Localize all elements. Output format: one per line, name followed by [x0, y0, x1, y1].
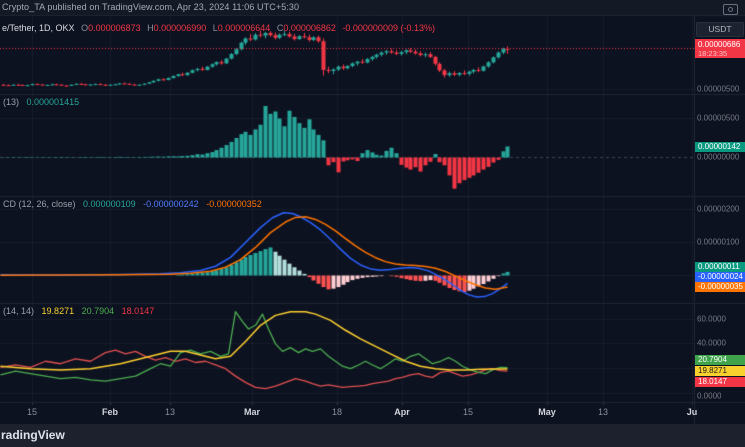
ohlc-close-value: 0.000006862 — [283, 23, 336, 33]
macd-hist-value: 0.000000109 — [83, 199, 136, 209]
price-axis-label: 40.0000 — [697, 338, 726, 348]
time-tick-label: Apr — [394, 407, 410, 417]
time-tick-label: 15 — [26, 407, 37, 417]
pane2-axis-label: 0.00000142 — [695, 142, 745, 152]
time-tick-label: 13 — [164, 407, 175, 417]
tradingview-attribution[interactable]: radingView — [1, 428, 65, 442]
pane2-indicator-value: 0.000001415 — [26, 97, 80, 107]
stoch-indicator-name[interactable]: (14, 14) — [3, 306, 34, 316]
ohlc-low-value: 0.000006644 — [217, 23, 271, 33]
change-value: -0.000000009 (-0.13%) — [342, 23, 435, 33]
camera-icon[interactable] — [723, 4, 738, 15]
stoch-green-value: 20.7904 — [81, 306, 115, 316]
currency-button[interactable]: USDT — [696, 22, 744, 37]
stoch-red-axis-label: 18.0147 — [695, 377, 745, 387]
publish-info: Crypto_TA published on TradingView.com, … — [2, 2, 300, 12]
chart-canvas[interactable] — [0, 0, 745, 447]
time-tick-label: 18 — [331, 407, 342, 417]
time-tick-label: 15 — [462, 407, 473, 417]
pane4-title: (14, 14) 19.8271 20.7904 18.0147 — [3, 306, 159, 316]
pane2-indicator-name[interactable]: (13) — [3, 97, 19, 107]
price-axis-label: 0.00000500 — [697, 113, 740, 123]
price-axis-label: 0.00000100 — [697, 237, 740, 247]
stoch-red-value: 18.0147 — [121, 306, 155, 316]
last-price-label: 0.00000686 18:23:35 — [695, 39, 745, 58]
last-price-value: 0.00000686 — [698, 40, 741, 49]
price-axis-label: 60.0000 — [697, 314, 726, 324]
price-axis-label: 0.0000 — [697, 391, 722, 401]
ohlc-high-value: 0.000006990 — [153, 23, 207, 33]
ohlc-open-value: 0.000006873 — [88, 23, 141, 33]
macd-hist-axis-label: 0.00000011 — [695, 262, 745, 272]
macd-signal-axis-label: -0.00000035 — [695, 282, 745, 292]
macd-line-value: -0.000000242 — [143, 199, 199, 209]
bar-countdown: 18:23:35 — [698, 49, 728, 58]
tradingview-snapshot: Crypto_TA published on TradingView.com, … — [0, 0, 745, 447]
stoch-green-axis-label: 20.7904 — [695, 355, 745, 365]
macd-indicator-name[interactable]: CD (12, 26, close) — [3, 199, 76, 209]
price-axis-label: 0.00000500 — [697, 84, 740, 94]
stoch-yellow-axis-label: 19.8271 — [695, 366, 745, 376]
time-tick-label: Ju — [686, 407, 698, 417]
time-tick-label: Feb — [101, 407, 118, 417]
symbol-name[interactable]: e/Tether, 1D, OKX — [2, 23, 75, 33]
macd-signal-value: -0.000000352 — [206, 199, 262, 209]
symbol-status-line: e/Tether, 1D, OKX O0.000006873 H0.000006… — [2, 23, 435, 33]
time-tick-label: Mar — [243, 407, 260, 417]
price-axis-label: 0.00000200 — [697, 204, 740, 214]
time-tick-label: May — [538, 407, 556, 417]
price-axis-label: 0.00000000 — [697, 152, 740, 162]
pane3-title: CD (12, 26, close) 0.000000109 -0.000000… — [3, 199, 267, 209]
macd-line-axis-label: -0.00000024 — [695, 272, 745, 282]
time-tick-label: 13 — [597, 407, 608, 417]
pane2-title: (13) 0.000001415 — [3, 97, 84, 107]
stoch-yellow-value: 19.8271 — [41, 306, 75, 316]
